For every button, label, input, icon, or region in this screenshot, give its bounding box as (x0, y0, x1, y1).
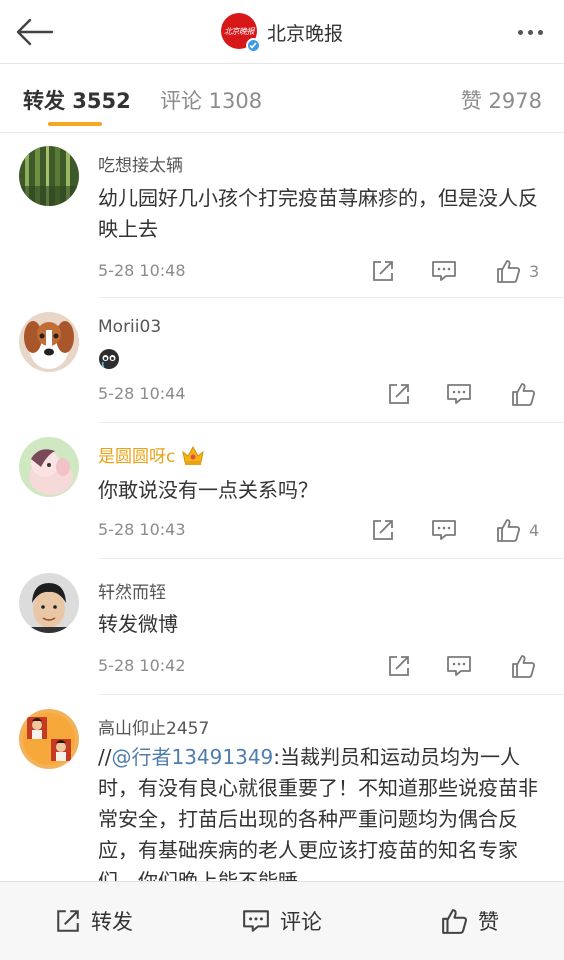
crown-icon (182, 445, 205, 465)
avatar[interactable] (19, 437, 79, 497)
avatar[interactable] (19, 146, 79, 206)
top-header: 北京晚报 北京晚报 (0, 0, 564, 64)
logo-text: 北京晚报 (223, 26, 255, 36)
thumbs-up-icon (512, 654, 536, 678)
verified-badge-icon (245, 38, 261, 53)
tab-like[interactable]: 赞 2978 (461, 85, 542, 115)
repost-list: 吃想接太辆 幼儿园好几小孩个打完疫苗荨麻疹的，但是没人反映上去 5-28 10:… (0, 133, 564, 881)
avatar[interactable] (19, 573, 79, 633)
timestamp: 5-28 10:44 (98, 384, 186, 403)
crying-emoji-icon (99, 349, 119, 369)
thumbs-up-icon (497, 259, 521, 283)
bottom-comment-button[interactable]: 评论 (188, 882, 376, 960)
list-item: 吃想接太辆 幼儿园好几小孩个打完疫苗荨麻疹的，但是没人反映上去 5-28 10:… (0, 133, 564, 298)
repost-content (98, 348, 548, 374)
bottom-action-bar: 转发 评论 赞 (0, 881, 564, 960)
share-icon (389, 384, 409, 404)
bottom-repost-label: 转发 (91, 910, 133, 934)
timestamp: 5-28 10:42 (98, 656, 186, 675)
weibo-repost-page: 北京晚报 北京晚报 转发 3552 评论 1308 赞 2978 吃想接太辆 幼… (0, 0, 564, 960)
comment-button[interactable] (431, 515, 457, 545)
repost-content: 你敢说没有一点关系吗？ (98, 478, 318, 502)
like-button[interactable]: 3 (496, 256, 539, 286)
bottom-like-button[interactable]: 赞 (376, 882, 564, 960)
list-item: Morii03 5-28 10:44 (0, 298, 564, 423)
repost-button[interactable] (371, 515, 395, 545)
username[interactable]: 吃想接太辆 (98, 151, 183, 176)
repost-content: //@行者13491349:当裁判员和运动员均为一人时，有没有良心就很重要了！不… (98, 742, 548, 881)
like-button[interactable] (511, 379, 536, 409)
dot-icon (527, 29, 533, 35)
repost-button[interactable] (387, 651, 411, 681)
comment-button[interactable] (431, 256, 457, 286)
username[interactable]: 轩然而轾 (98, 578, 166, 603)
like-count: 3 (529, 261, 540, 281)
comment-icon (432, 520, 456, 540)
comment-button[interactable] (446, 379, 472, 409)
repost-button[interactable] (387, 379, 411, 409)
content-prefix: // (98, 745, 112, 769)
share-icon (389, 656, 409, 676)
thumbs-up-icon (512, 382, 536, 406)
like-count: 4 (529, 520, 540, 540)
page-title[interactable]: 北京晚报 (267, 19, 343, 46)
comment-icon (447, 656, 471, 676)
bottom-like-label: 赞 (478, 910, 499, 934)
dot-icon (517, 29, 523, 35)
tab-repost[interactable]: 转发 3552 (23, 85, 131, 115)
repost-content: 幼儿园好几小孩个打完疫苗荨麻疹的，但是没人反映上去 (98, 186, 538, 241)
comment-icon (447, 384, 471, 404)
share-icon (57, 910, 79, 932)
timestamp: 5-28 10:43 (98, 520, 186, 539)
more-options-button[interactable] (510, 18, 550, 46)
list-item: 是圆圆呀c 你敢说没有一点关系吗？ 5-28 10:43 4 (0, 423, 564, 559)
like-button[interactable]: 4 (496, 515, 539, 545)
repost-content: 转发微博 (98, 612, 178, 636)
comment-icon (432, 261, 456, 281)
list-item: 高山仰止2457 //@行者13491349:当裁判员和运动员均为一人时，有没有… (0, 695, 564, 881)
share-icon (373, 520, 393, 540)
bottom-repost-button[interactable]: 转发 (0, 882, 188, 960)
timestamp: 5-28 10:48 (98, 261, 186, 280)
arrow-left-icon (16, 18, 54, 46)
share-icon (373, 261, 393, 281)
comment-button[interactable] (446, 651, 472, 681)
username[interactable]: 高山仰止2457 (98, 714, 209, 739)
bottom-comment-label: 评论 (280, 910, 322, 934)
thumbs-up-icon (442, 908, 467, 934)
thumbs-up-icon (497, 518, 521, 542)
avatar[interactable] (19, 709, 79, 769)
repost-button[interactable] (371, 256, 395, 286)
back-button[interactable] (12, 12, 56, 52)
mention-link[interactable]: @行者13491349 (111, 745, 273, 769)
username-text: 是圆圆呀c (98, 447, 176, 467)
comment-icon (243, 910, 269, 932)
username[interactable]: 是圆圆呀c (98, 442, 205, 467)
tab-comment[interactable]: 评论 1308 (160, 85, 262, 115)
dot-icon (537, 29, 543, 35)
account-avatar[interactable]: 北京晚报 (220, 13, 261, 53)
avatar[interactable] (19, 312, 79, 372)
active-tab-indicator (48, 122, 102, 126)
username[interactable]: Morii03 (98, 317, 161, 337)
like-button[interactable] (511, 651, 536, 681)
tab-bar: 转发 3552 评论 1308 赞 2978 (0, 65, 564, 133)
list-item: 轩然而轾 转发微博 5-28 10:42 (0, 559, 564, 695)
